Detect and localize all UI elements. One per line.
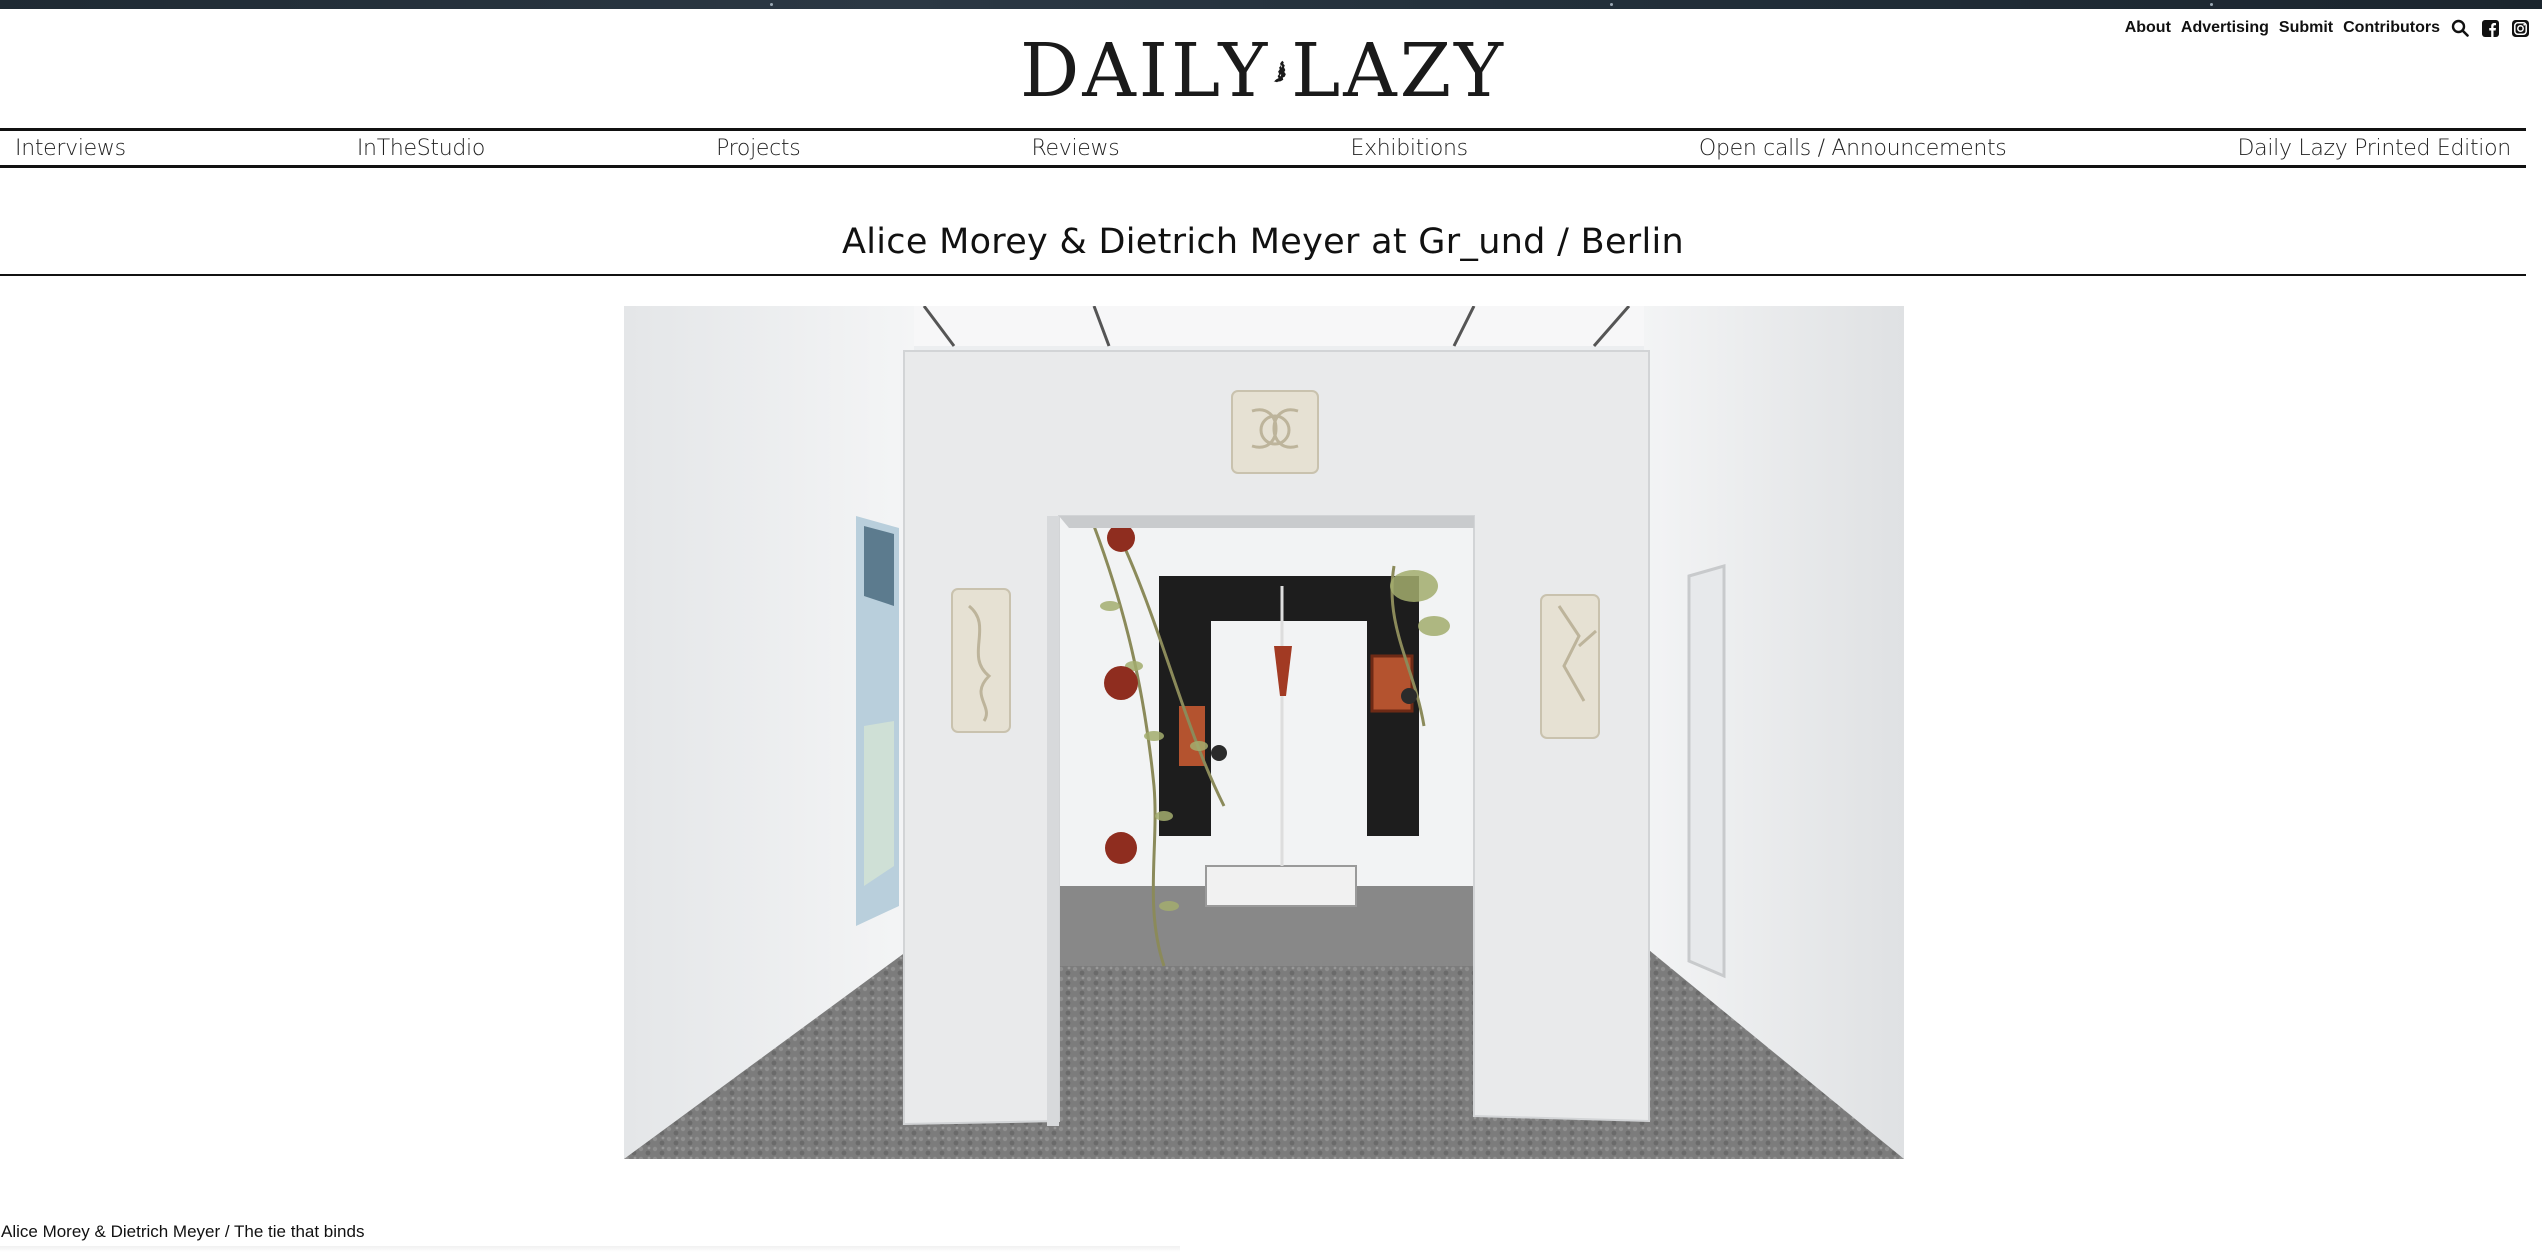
about-link[interactable]: About — [2125, 19, 2171, 37]
lazy-figure-logo-icon — [1273, 60, 1287, 83]
main-navigation: Interviews InTheStudio Projects Reviews … — [0, 128, 2526, 168]
search-icon[interactable] — [2450, 18, 2470, 38]
nav-item-projects[interactable]: Projects — [716, 136, 801, 161]
facebook-icon[interactable] — [2480, 18, 2500, 38]
top-decorative-strip — [0, 0, 2542, 9]
contributors-link[interactable]: Contributors — [2343, 19, 2440, 37]
nav-item-exhibitions[interactable]: Exhibitions — [1350, 136, 1468, 161]
instagram-icon[interactable] — [2510, 18, 2530, 38]
bottom-fade — [0, 1246, 1180, 1252]
utility-nav: About Advertising Submit Contributors — [2125, 18, 2530, 38]
logo-text-daily: DAILY — [1020, 28, 1271, 114]
page-title: Alice Morey & Dietrich Meyer at Gr_und /… — [842, 222, 1684, 262]
exhibition-photo[interactable] — [624, 306, 1904, 1159]
article-header: Alice Morey & Dietrich Meyer at Gr_und /… — [0, 210, 2526, 276]
logo-text-lazy: LAZY — [1291, 28, 1506, 114]
image-caption: Alice Morey & Dietrich Meyer / The tie t… — [1, 1222, 365, 1241]
advertising-link[interactable]: Advertising — [2181, 19, 2269, 37]
site-logo[interactable]: DAILY LAZY — [1020, 24, 1506, 118]
nav-item-open-calls[interactable]: Open calls / Announcements — [1699, 136, 2007, 161]
nav-item-inthestudio[interactable]: InTheStudio — [357, 136, 485, 161]
submit-link[interactable]: Submit — [2279, 19, 2333, 37]
nav-item-interviews[interactable]: Interviews — [15, 136, 126, 161]
nav-item-reviews[interactable]: Reviews — [1032, 136, 1120, 161]
nav-item-printed-edition[interactable]: Daily Lazy Printed Edition — [2238, 136, 2512, 161]
